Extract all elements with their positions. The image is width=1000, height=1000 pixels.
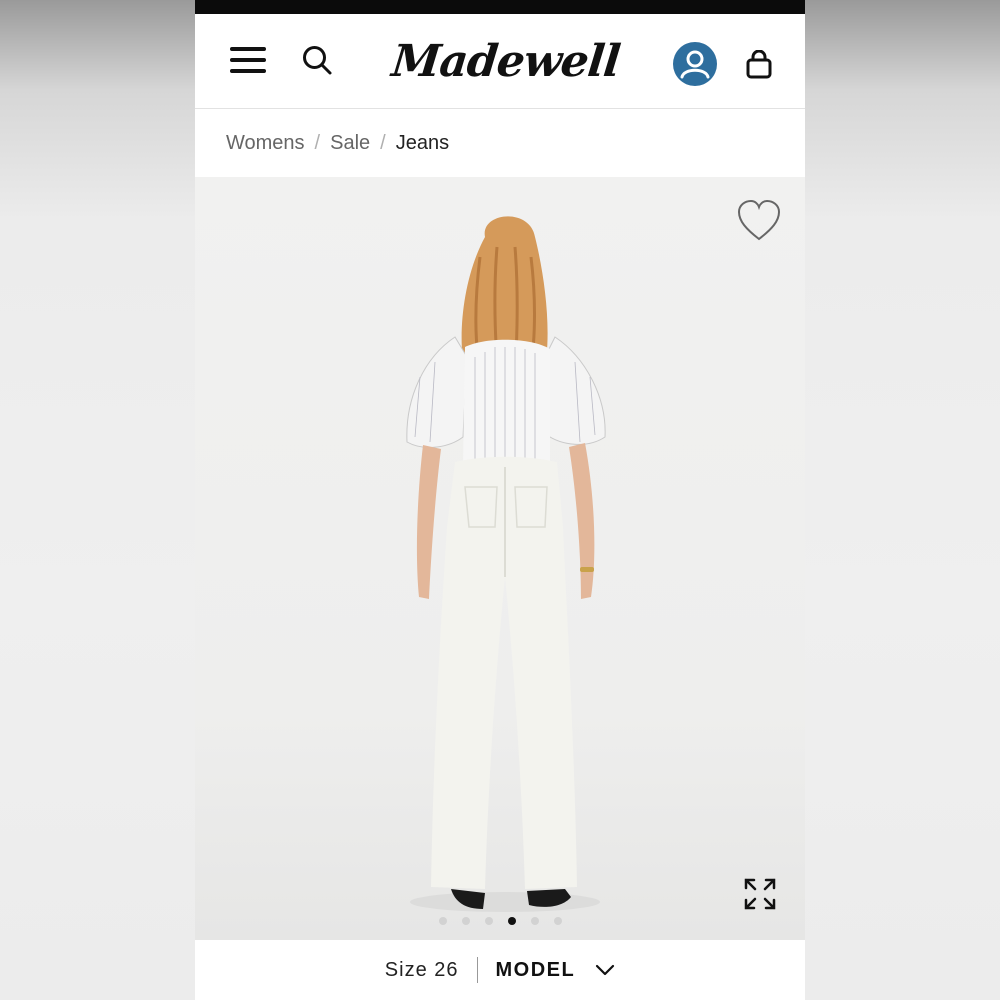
model-info-bar: Size 26 MODEL (195, 940, 805, 1000)
divider (476, 957, 478, 983)
breadcrumb-sale[interactable]: Sale (330, 132, 370, 155)
model-dropdown-button[interactable]: MODEL (496, 959, 616, 982)
model-label: MODEL (495, 958, 576, 981)
menu-icon[interactable] (230, 45, 266, 75)
chevron-down-icon (596, 964, 615, 976)
breadcrumb-womens[interactable]: Womens (226, 132, 305, 155)
product-image-carousel[interactable] (195, 177, 805, 940)
carousel-dot[interactable] (484, 917, 493, 925)
heart-icon[interactable] (736, 199, 782, 243)
brand-logo[interactable]: Madewell (389, 32, 623, 92)
carousel-dots (195, 917, 805, 929)
search-icon[interactable] (301, 44, 333, 76)
breadcrumb-separator: / (380, 131, 386, 154)
model-size-text: Size 26 (384, 958, 459, 981)
carousel-dot[interactable] (553, 917, 562, 925)
carousel-dot[interactable] (530, 917, 539, 925)
product-page: Madewell Womens / Sale / Jeans Size 26 M… (195, 0, 805, 1000)
expand-icon[interactable] (743, 877, 777, 911)
brand-logo-text: Madewell (389, 36, 623, 87)
breadcrumb-jeans: Jeans (395, 131, 450, 154)
status-bar (195, 0, 805, 14)
shopping-bag-icon[interactable] (745, 50, 773, 80)
carousel-dot[interactable] (461, 917, 470, 925)
breadcrumb: Womens / Sale / Jeans (226, 128, 449, 158)
carousel-dot[interactable] (438, 917, 447, 925)
account-icon[interactable] (673, 42, 717, 86)
breadcrumb-separator: / (314, 131, 321, 154)
carousel-dot-active[interactable] (507, 917, 516, 925)
site-header: Madewell (195, 14, 805, 109)
product-photo (406, 216, 606, 912)
